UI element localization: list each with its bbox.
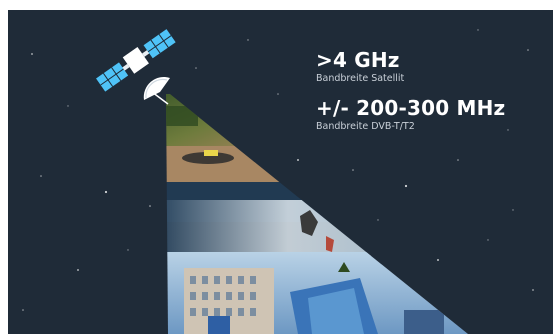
dvbt-bandwidth-stat: +/- 200-300 MHz Bandbreite DVB-T/T2 [316, 98, 505, 132]
satellite-icon [96, 29, 176, 105]
dvbt-bandwidth-label: Bandbreite DVB-T/T2 [316, 121, 415, 132]
satellite-bandwidth-value: >4 GHz [316, 48, 400, 72]
signal-beam [166, 94, 468, 334]
dvbt-bandwidth-value: +/- 200-300 MHz [316, 96, 506, 120]
satellite-bandwidth-stat: >4 GHz Bandbreite Satellit [316, 50, 404, 84]
satellite-bandwidth-label: Bandbreite Satellit [316, 73, 405, 84]
banner: >4 GHz Bandbreite Satellit +/- 200-300 M… [8, 10, 553, 334]
